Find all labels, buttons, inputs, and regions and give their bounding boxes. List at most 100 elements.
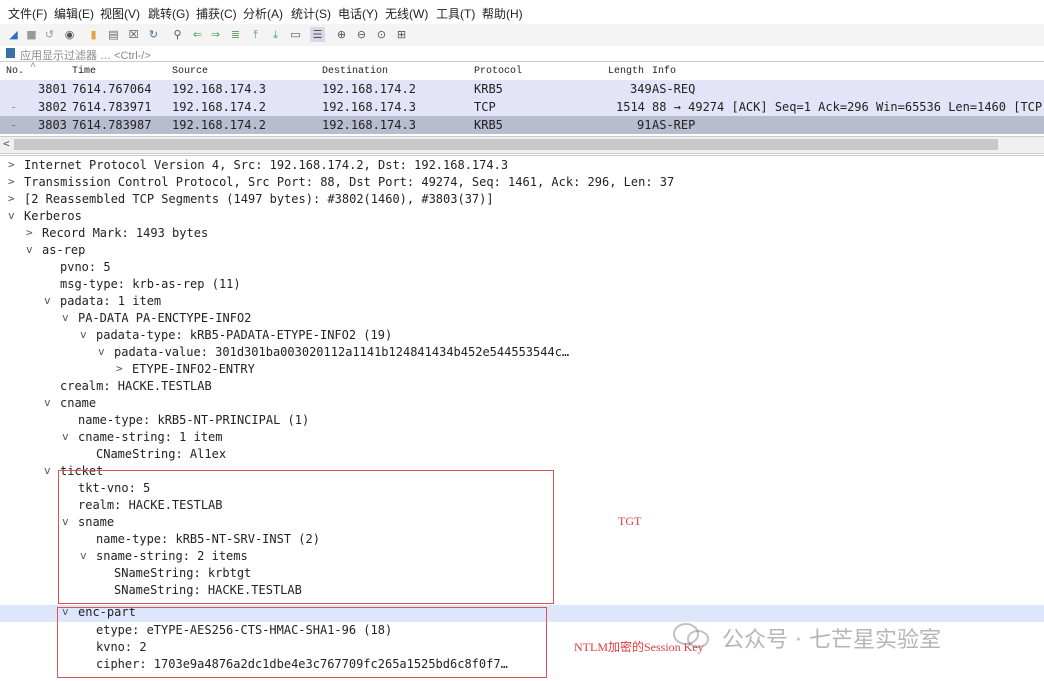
menu-wireless[interactable]: 无线(W)	[385, 5, 428, 22]
related-packet-icon: -	[10, 100, 18, 114]
col-time[interactable]: Time	[72, 66, 96, 77]
reload-icon[interactable]: ↻	[146, 27, 161, 42]
close-file-icon[interactable]: ☒	[126, 27, 141, 42]
tree-item-label: padata-value: 301d301ba003020112a1141b12…	[114, 345, 570, 359]
capture-options-icon[interactable]: ◉	[62, 27, 77, 42]
tree-item[interactable]: v padata-value: 301d301ba003020112a1141b1…	[0, 345, 1044, 362]
tree-item[interactable]: v cname-string: 1 item	[0, 430, 1044, 447]
save-file-icon[interactable]: ▤	[106, 27, 121, 42]
tree-item-label: Internet Protocol Version 4, Src: 192.16…	[24, 158, 509, 172]
tree-item[interactable]: > ETYPE-INFO2-ENTRY	[0, 362, 1044, 379]
packet-row[interactable]: - 3802 7614.783971 192.168.174.2 192.168…	[0, 98, 1044, 116]
watermark-text: 公众号 · 七芒星实验室	[722, 628, 941, 653]
find-packet-icon[interactable]: ⚲	[170, 27, 185, 42]
packet-destination: 192.168.174.2	[322, 82, 416, 96]
tree-item[interactable]: name-type: kRB5-NT-PRINCIPAL (1)	[0, 413, 1044, 430]
start-capture-icon[interactable]: ◢	[6, 27, 21, 42]
go-back-icon[interactable]: ⇐	[190, 27, 205, 42]
scrollbar-thumb[interactable]	[14, 139, 998, 150]
expand-arrow-icon[interactable]: >	[116, 362, 123, 375]
collapse-arrow-icon[interactable]: v	[80, 328, 87, 341]
packet-row-selected[interactable]: - 3803 7614.783987 192.168.174.2 192.168…	[0, 116, 1044, 134]
expand-arrow-icon[interactable]: >	[8, 158, 15, 171]
menu-help[interactable]: 帮助(H)	[482, 5, 523, 22]
collapse-arrow-icon[interactable]: v	[44, 464, 51, 477]
expand-arrow-icon[interactable]: >	[8, 175, 15, 188]
horizontal-scrollbar[interactable]: <	[0, 136, 1044, 154]
menu-telephony[interactable]: 电话(Y)	[338, 5, 378, 22]
tree-item-label: [2 Reassembled TCP Segments (1497 bytes)…	[24, 192, 494, 206]
tree-item-label: cname	[60, 396, 97, 410]
expand-arrow-icon[interactable]: >	[8, 192, 15, 205]
autoscroll-icon[interactable]: ▭	[288, 27, 303, 42]
tree-item[interactable]: v Kerberos	[0, 209, 1044, 226]
packet-row[interactable]: 3801 7614.767064 192.168.174.3 192.168.1…	[0, 80, 1044, 98]
packet-info: AS-REP	[652, 118, 696, 132]
tree-item[interactable]: crealm: HACKE.TESTLAB	[0, 379, 1044, 396]
tree-item[interactable]: CNameString: Al1ex	[0, 447, 1044, 464]
collapse-arrow-icon[interactable]: v	[98, 345, 105, 358]
last-packet-icon[interactable]: ⤓	[268, 27, 283, 42]
zoom-reset-icon[interactable]: ⊙	[374, 27, 389, 42]
col-no[interactable]: No.	[6, 66, 24, 77]
collapse-arrow-icon[interactable]: v	[44, 294, 51, 307]
tree-item-label: padata: 1 item	[60, 294, 162, 308]
tree-item[interactable]: v as-rep	[0, 243, 1044, 260]
zoom-in-icon[interactable]: ⊕	[334, 27, 349, 42]
stop-capture-icon[interactable]: ■	[24, 27, 39, 42]
tree-item-label: as-rep	[42, 243, 86, 257]
scroll-left-icon[interactable]: <	[3, 137, 10, 150]
tree-item-label: Record Mark: 1493 bytes	[42, 226, 209, 240]
tree-item[interactable]: > Internet Protocol Version 4, Src: 192.1…	[0, 158, 1044, 175]
display-filter-bar[interactable]: 应用显示过滤器 … <Ctrl-/>	[0, 46, 1044, 62]
col-destination[interactable]: Destination	[322, 66, 388, 77]
tree-item[interactable]: v padata-type: kRB5-PADATA-ETYPE-INFO2 (1…	[0, 328, 1044, 345]
tree-item[interactable]: v cname	[0, 396, 1044, 413]
open-file-icon[interactable]: ▮	[86, 27, 101, 42]
tree-item[interactable]: > Transmission Control Protocol, Src Port…	[0, 175, 1044, 192]
tree-item-label: cname-string: 1 item	[78, 430, 223, 444]
tree-item[interactable]: v PA-DATA PA-ENCTYPE-INFO2	[0, 311, 1044, 328]
bookmark-icon[interactable]	[6, 48, 15, 58]
go-forward-icon[interactable]: ⇒	[208, 27, 223, 42]
display-filter-input[interactable]: 应用显示过滤器 … <Ctrl-/>	[20, 47, 151, 63]
menu-tools[interactable]: 工具(T)	[436, 5, 475, 22]
restart-capture-icon[interactable]: ↺	[42, 27, 57, 42]
collapse-arrow-icon[interactable]: v	[62, 311, 69, 324]
tree-item[interactable]: msg-type: krb-as-rep (11)	[0, 277, 1044, 294]
packet-source: 192.168.174.2	[172, 118, 266, 132]
collapse-arrow-icon[interactable]: v	[44, 396, 51, 409]
sort-icon: ^	[30, 62, 37, 73]
packet-length: 91	[637, 118, 652, 132]
tree-item[interactable]: > Record Mark: 1493 bytes	[0, 226, 1044, 243]
collapse-arrow-icon[interactable]: v	[62, 430, 69, 443]
resize-columns-icon[interactable]: ⊞	[394, 27, 409, 42]
col-length[interactable]: Length	[608, 66, 644, 77]
colorize-icon[interactable]: ☰	[310, 27, 325, 42]
collapse-arrow-icon[interactable]: v	[8, 209, 15, 222]
related-packet-icon: -	[10, 118, 18, 132]
col-info[interactable]: Info	[652, 66, 676, 77]
tree-item[interactable]: > [2 Reassembled TCP Segments (1497 bytes…	[0, 192, 1044, 209]
tree-item-label: pvno: 5	[60, 260, 111, 274]
menu-file[interactable]: 文件(F)	[8, 5, 47, 22]
collapse-arrow-icon[interactable]: v	[26, 243, 33, 256]
menu-analyze[interactable]: 分析(A)	[243, 5, 283, 22]
menu-capture[interactable]: 捕获(C)	[196, 5, 237, 22]
menu-edit[interactable]: 编辑(E)	[54, 5, 94, 22]
main-toolbar: ◢ ■ ↺ ◉ ▮ ▤ ☒ ↻ ⚲ ⇐ ⇒ ≣ ⤒ ⤓ ▭ ☰ ⊕ ⊖ ⊙ ⊞	[0, 24, 1044, 47]
menu-go[interactable]: 跳转(G)	[148, 5, 189, 22]
zoom-out-icon[interactable]: ⊖	[354, 27, 369, 42]
expand-arrow-icon[interactable]: >	[26, 226, 33, 239]
tree-item-label: Kerberos	[24, 209, 82, 223]
go-to-packet-icon[interactable]: ≣	[228, 27, 243, 42]
menu-statistics[interactable]: 统计(S)	[291, 5, 331, 22]
col-protocol[interactable]: Protocol	[474, 66, 522, 77]
packet-protocol: KRB5	[474, 82, 503, 96]
menu-view[interactable]: 视图(V)	[100, 5, 140, 22]
col-source[interactable]: Source	[172, 66, 208, 77]
tree-item[interactable]: v padata: 1 item	[0, 294, 1044, 311]
tree-item[interactable]: pvno: 5	[0, 260, 1044, 277]
packet-destination: 192.168.174.3	[322, 100, 416, 114]
first-packet-icon[interactable]: ⤒	[248, 27, 263, 42]
